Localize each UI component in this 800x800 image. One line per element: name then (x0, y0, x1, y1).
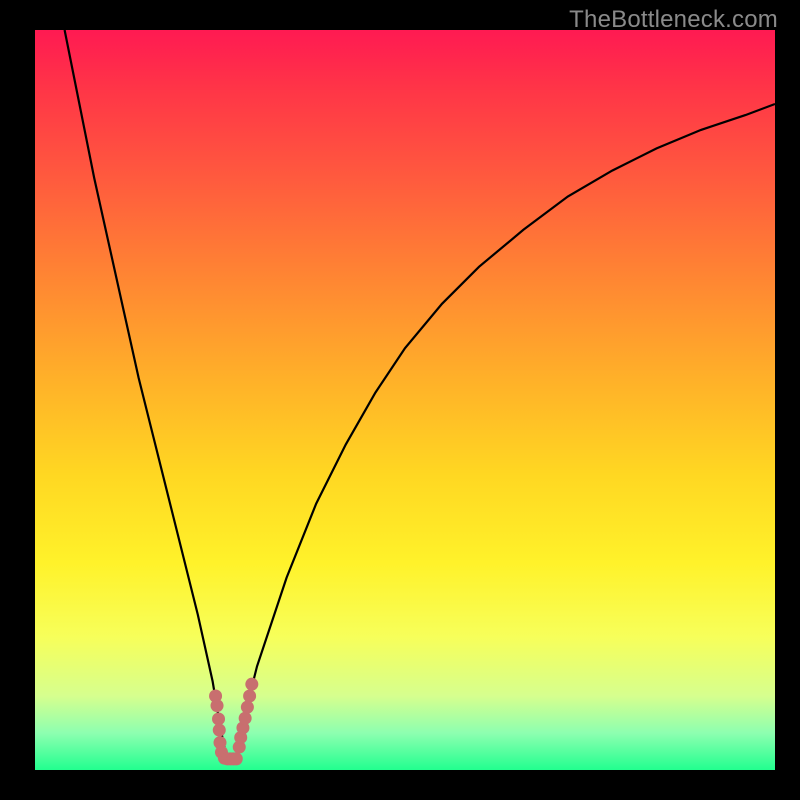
marker-dot (211, 699, 224, 712)
plot-area (35, 30, 775, 770)
marker-dot (212, 712, 225, 725)
marker-dot (243, 690, 256, 703)
marker-dot (241, 701, 254, 714)
marker-dot (239, 712, 252, 725)
watermark-text: TheBottleneck.com (569, 6, 778, 34)
bottleneck-curve (65, 30, 775, 763)
marker-dot (230, 752, 243, 765)
curve-svg (35, 30, 775, 770)
near-zero-markers (209, 678, 258, 766)
marker-dot (245, 678, 258, 691)
chart-frame: TheBottleneck.com (0, 0, 800, 800)
marker-dot (213, 724, 226, 737)
